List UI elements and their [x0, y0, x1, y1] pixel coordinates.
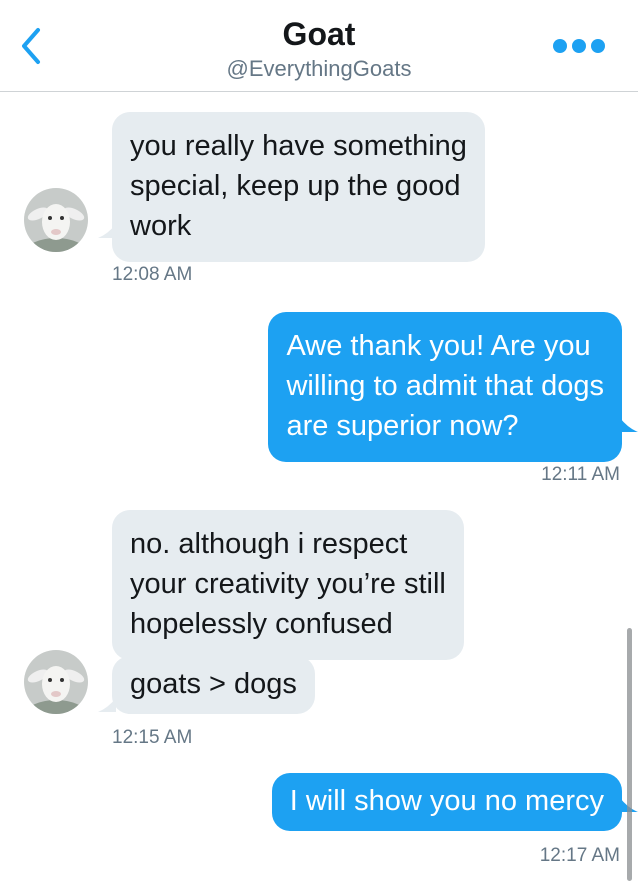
message-line: special, keep up the good	[130, 170, 461, 202]
message-line: hopelessly confused	[130, 608, 393, 640]
message-line: willing to admit that dogs	[286, 370, 604, 402]
more-options-button[interactable]	[550, 34, 610, 58]
message-line: I will show you no mercy	[289, 785, 604, 817]
sender-avatar[interactable]	[24, 650, 88, 714]
conversation-handle[interactable]: @EverythingGoats	[0, 56, 638, 82]
message-line: your creativity you’re still	[130, 568, 446, 600]
message-line: are superior now?	[286, 410, 519, 442]
sender-avatar[interactable]	[24, 188, 88, 252]
message-line: Awe thank you! Are you	[286, 330, 591, 362]
message-timestamp: 12:15 AM	[112, 727, 193, 748]
message-bubble-outgoing[interactable]: I will show you no mercy	[271, 773, 622, 831]
bubble-tail	[620, 418, 638, 432]
message-bubble-incoming[interactable]: you really have something special, keep …	[112, 112, 485, 262]
conversation-title[interactable]: Goat	[0, 16, 638, 53]
bubble-tail	[98, 698, 116, 712]
goat-avatar-image	[24, 650, 88, 714]
message-bubble-incoming[interactable]: goats > dogs	[112, 656, 315, 714]
message-bubble-outgoing[interactable]: Awe thank you! Are you willing to admit …	[268, 312, 622, 462]
message-bubble-incoming[interactable]: no. although i respect your creativity y…	[112, 510, 464, 660]
message-line: no. although i respect	[130, 528, 408, 560]
message-timestamp: 12:11 AM	[541, 464, 620, 485]
more-dots-icon	[553, 39, 605, 53]
conversation-header: Goat @EverythingGoats	[0, 0, 638, 92]
message-line: work	[130, 210, 192, 242]
message-line: goats > dogs	[130, 668, 297, 700]
goat-avatar-image	[24, 188, 88, 252]
message-line: you really have something	[130, 130, 467, 162]
message-timestamp: 12:08 AM	[112, 264, 193, 285]
scrollbar[interactable]	[627, 628, 632, 881]
bubble-tail	[98, 224, 116, 238]
message-timestamp: 12:17 AM	[539, 845, 620, 866]
